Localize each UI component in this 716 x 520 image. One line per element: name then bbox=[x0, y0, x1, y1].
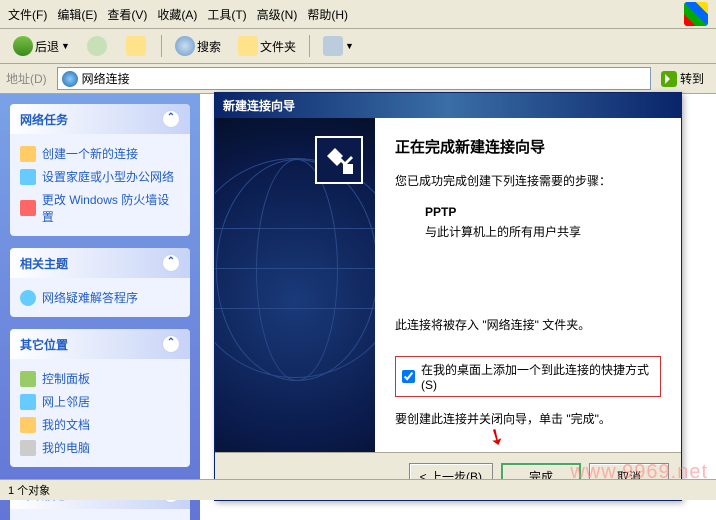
views-button[interactable]: ▼ bbox=[316, 32, 361, 60]
chevron-down-icon: ▼ bbox=[61, 41, 70, 51]
search-label: 搜索 bbox=[197, 38, 221, 55]
back-button[interactable]: 后退 ▼ bbox=[6, 32, 77, 60]
wizard-content: 正在完成新建连接向导 您已成功完成创建下列连接需要的步骤： PPTP 与此计算机… bbox=[375, 118, 681, 452]
new-connection-icon bbox=[20, 146, 36, 162]
network-icon bbox=[62, 71, 78, 87]
address-label: 地址(D) bbox=[6, 70, 47, 87]
forward-icon bbox=[87, 36, 107, 56]
documents-icon bbox=[20, 417, 36, 433]
task-firewall[interactable]: 更改 Windows 防火墙设置 bbox=[20, 188, 180, 228]
panel-title: 相关主题 bbox=[20, 255, 68, 272]
wizard-heading: 正在完成新建连接向导 bbox=[395, 136, 661, 157]
chevron-down-icon: ▼ bbox=[345, 41, 354, 51]
back-label: 后退 bbox=[35, 38, 59, 55]
computer-icon bbox=[20, 440, 36, 456]
wizard-sidebar-image bbox=[215, 118, 375, 452]
panel-title: 网络任务 bbox=[20, 111, 68, 128]
link-control-panel[interactable]: 控制面板 bbox=[20, 367, 180, 390]
menu-file[interactable]: 文件(F) bbox=[8, 6, 47, 23]
go-label: 转到 bbox=[680, 70, 704, 87]
wizard-text: 您已成功完成创建下列连接需要的步骤： bbox=[395, 173, 661, 190]
back-icon bbox=[13, 36, 33, 56]
folders-label: 文件夹 bbox=[260, 38, 296, 55]
menu-favorites[interactable]: 收藏(A) bbox=[157, 6, 197, 23]
main-content: 新建连接向导 正在完成新建连接向导 您已成功完成创建下列连接需要的步骤： PPT… bbox=[200, 94, 716, 520]
menu-bar: 文件(F) 编辑(E) 查看(V) 收藏(A) 工具(T) 高级(N) 帮助(H… bbox=[0, 0, 716, 29]
collapse-icon: ⌃ bbox=[162, 335, 180, 353]
menu-edit[interactable]: 编辑(E) bbox=[57, 6, 97, 23]
folders-button[interactable]: 文件夹 bbox=[231, 32, 303, 60]
panel-other-places: 其它位置 ⌃ 控制面板 网上邻居 我的文档 我的电脑 bbox=[10, 329, 190, 467]
windows-logo-icon bbox=[684, 2, 708, 26]
toolbar: 后退 ▼ 搜索 文件夹 ▼ bbox=[0, 29, 716, 64]
collapse-icon: ⌃ bbox=[162, 254, 180, 272]
connection-share: 与此计算机上的所有用户共享 bbox=[425, 224, 661, 241]
panel-title: 其它位置 bbox=[20, 336, 68, 353]
task-troubleshoot[interactable]: 网络疑难解答程序 bbox=[20, 286, 180, 309]
menu-view[interactable]: 查看(V) bbox=[107, 6, 147, 23]
wizard-text: 此连接将被存入 "网络连接" 文件夹。 bbox=[395, 317, 661, 334]
collapse-icon: ⌃ bbox=[162, 110, 180, 128]
separator bbox=[309, 35, 310, 57]
search-button[interactable]: 搜索 bbox=[168, 32, 228, 60]
folders-icon bbox=[238, 36, 258, 56]
status-text: 1 个对象 bbox=[8, 485, 50, 497]
address-field[interactable]: 网络连接 bbox=[57, 67, 651, 90]
home-network-icon bbox=[20, 169, 36, 185]
views-icon bbox=[323, 36, 343, 56]
network-places-icon bbox=[20, 394, 36, 410]
panel-network-tasks: 网络任务 ⌃ 创建一个新的连接 设置家庭或小型办公网络 更改 Windows 防… bbox=[10, 104, 190, 236]
sidebar: 网络任务 ⌃ 创建一个新的连接 设置家庭或小型办公网络 更改 Windows 防… bbox=[0, 94, 200, 520]
go-icon bbox=[661, 71, 677, 87]
panel-header[interactable]: 相关主题 ⌃ bbox=[10, 248, 190, 278]
search-icon bbox=[175, 36, 195, 56]
wizard-connection-info: PPTP 与此计算机上的所有用户共享 bbox=[425, 204, 661, 241]
address-bar: 地址(D) 网络连接 转到 bbox=[0, 64, 716, 94]
panel-related: 相关主题 ⌃ 网络疑难解答程序 bbox=[10, 248, 190, 317]
separator bbox=[161, 35, 162, 57]
panel-header[interactable]: 其它位置 ⌃ bbox=[10, 329, 190, 359]
link-my-documents[interactable]: 我的文档 bbox=[20, 413, 180, 436]
connection-icon bbox=[315, 136, 363, 184]
menu-tools[interactable]: 工具(T) bbox=[207, 6, 246, 23]
desktop-shortcut-checkbox-row[interactable]: 在我的桌面上添加一个到此连接的快捷方式(S) bbox=[395, 356, 661, 397]
go-button[interactable]: 转到 bbox=[655, 68, 710, 89]
wizard-titlebar[interactable]: 新建连接向导 bbox=[215, 93, 681, 118]
address-value: 网络连接 bbox=[82, 70, 130, 87]
up-folder-icon bbox=[126, 36, 146, 56]
up-button[interactable] bbox=[119, 32, 155, 60]
panel-header[interactable]: 网络任务 ⌃ bbox=[10, 104, 190, 134]
checkbox-label: 在我的桌面上添加一个到此连接的快捷方式(S) bbox=[421, 361, 654, 392]
forward-button[interactable] bbox=[80, 32, 116, 60]
task-new-connection[interactable]: 创建一个新的连接 bbox=[20, 142, 180, 165]
task-home-network[interactable]: 设置家庭或小型办公网络 bbox=[20, 165, 180, 188]
link-network-places[interactable]: 网上邻居 bbox=[20, 390, 180, 413]
control-panel-icon bbox=[20, 371, 36, 387]
firewall-icon bbox=[20, 200, 36, 216]
wizard-dialog: 新建连接向导 正在完成新建连接向导 您已成功完成创建下列连接需要的步骤： PPT… bbox=[214, 92, 682, 501]
connection-name: PPTP bbox=[425, 204, 661, 221]
desktop-shortcut-checkbox[interactable] bbox=[402, 370, 415, 383]
info-icon bbox=[20, 290, 36, 306]
link-my-computer[interactable]: 我的电脑 bbox=[20, 436, 180, 459]
menu-help[interactable]: 帮助(H) bbox=[307, 6, 348, 23]
wizard-text: 要创建此连接并关闭向导，单击 "完成"。 bbox=[395, 411, 661, 428]
status-bar: 1 个对象 bbox=[0, 479, 716, 500]
menu-advanced[interactable]: 高级(N) bbox=[257, 6, 298, 23]
